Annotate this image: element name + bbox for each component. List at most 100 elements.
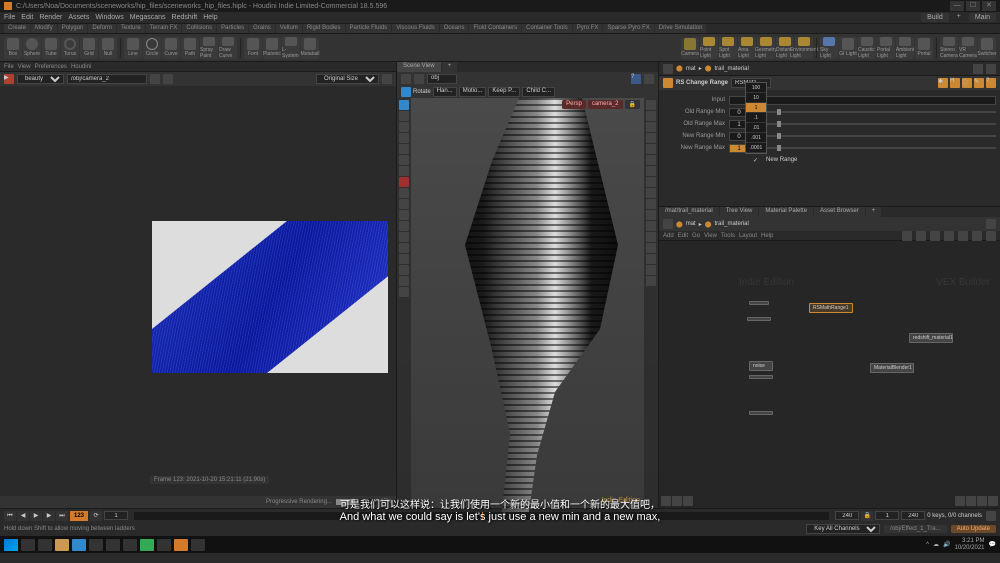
settings-icon[interactable] <box>163 74 173 84</box>
shelf-tab[interactable]: Vellum <box>276 24 302 33</box>
zoom-icon[interactable] <box>382 74 392 84</box>
normals-icon[interactable] <box>646 221 656 231</box>
edge-icon[interactable] <box>72 539 86 551</box>
multi-snap-icon[interactable] <box>399 254 409 264</box>
profile-icon[interactable] <box>646 243 656 253</box>
pane-controls-icon[interactable] <box>986 64 996 74</box>
key-channels-select[interactable]: Key All Channels <box>806 524 880 534</box>
inspect-tool-icon[interactable] <box>399 166 409 176</box>
network-node[interactable] <box>749 411 773 415</box>
rv-menu-houdini[interactable]: Houdini <box>71 64 91 70</box>
menu-edit[interactable]: Edit <box>21 14 33 21</box>
menu-file[interactable]: File <box>4 14 15 21</box>
network-node[interactable]: MaterialBlender1 <box>870 363 914 373</box>
viewer-pass-select[interactable]: beauty <box>17 74 64 84</box>
shelf-pointlight-icon[interactable]: Point Light <box>700 37 718 59</box>
shelf-tab[interactable]: Create <box>4 24 30 33</box>
shelf-tab[interactable]: Deform <box>88 24 116 33</box>
prev-frame-button[interactable]: ◀ <box>17 511 29 521</box>
clock-date[interactable]: 10/20/2021 <box>954 545 984 552</box>
bg-icon[interactable] <box>646 254 656 264</box>
shelf-tab[interactable]: Polygon <box>58 24 88 33</box>
shelf-tab[interactable]: Pyro FX <box>573 24 603 33</box>
play-button[interactable]: ▶ <box>30 511 42 521</box>
net-tool-icon[interactable] <box>958 231 968 241</box>
shelf-stereocam-icon[interactable]: Stereo Camera <box>940 37 958 59</box>
chrome-icon[interactable] <box>89 539 103 551</box>
shelf-vrcam-icon[interactable]: VR Camera <box>959 37 977 59</box>
render-button[interactable]: ▶ <box>4 74 14 84</box>
shade-icon[interactable] <box>646 144 656 154</box>
task-view-icon[interactable] <box>38 539 52 551</box>
shelf-path-icon[interactable]: Path <box>181 37 199 59</box>
start-button[interactable] <box>4 539 18 551</box>
app-icon[interactable] <box>157 539 171 551</box>
app-icon[interactable] <box>140 539 154 551</box>
shelf-line-icon[interactable]: Line <box>124 37 142 59</box>
shelf-ambientlight-icon[interactable]: Ambient Light <box>896 37 914 59</box>
camera-path-input[interactable] <box>67 74 147 84</box>
net-menu-view[interactable]: View <box>704 233 717 239</box>
menu-assets[interactable]: Assets <box>68 14 89 21</box>
rv-menu-view[interactable]: View <box>18 64 31 70</box>
app-icon[interactable] <box>191 539 205 551</box>
net-box-icon[interactable] <box>683 496 693 506</box>
maximize-button[interactable]: ☐ <box>966 1 980 11</box>
auto-update-pill[interactable]: Auto Update <box>951 525 996 533</box>
net-menu-add[interactable]: Add <box>663 233 674 239</box>
shelf-switcher-icon[interactable]: Switcher <box>978 37 996 59</box>
hq-light-icon[interactable] <box>646 166 656 176</box>
cplane-icon[interactable] <box>399 265 409 275</box>
explorer-icon[interactable] <box>55 539 69 551</box>
net-palette-icon[interactable] <box>966 496 976 506</box>
shelf-spotlight-icon[interactable]: Spot Light <box>719 37 737 59</box>
shelf-tab[interactable]: Terrain FX <box>146 24 182 33</box>
menu-help[interactable]: Help <box>203 14 217 21</box>
pane-max-icon[interactable] <box>644 74 654 84</box>
snap-tool-icon[interactable] <box>399 210 409 220</box>
network-node[interactable] <box>749 301 769 305</box>
render-region-icon[interactable] <box>399 177 409 187</box>
param-slider[interactable] <box>753 147 996 149</box>
net-menu-edit[interactable]: Edit <box>678 233 688 239</box>
back-icon[interactable] <box>401 74 411 84</box>
shelf-portallight-icon[interactable]: Portal Light <box>877 37 895 59</box>
shelf-spray-icon[interactable]: Spray Paint <box>200 37 218 59</box>
shelf-lsystem-icon[interactable]: L-System <box>282 37 300 59</box>
shelf-geolight-icon[interactable]: Geometry Light <box>757 37 775 59</box>
lasso-tool-icon[interactable] <box>399 188 409 198</box>
primnum-icon[interactable] <box>646 232 656 242</box>
keyframe-icon[interactable] <box>986 511 996 521</box>
network-node[interactable] <box>747 317 771 321</box>
menu-windows[interactable]: Windows <box>95 14 123 21</box>
net-tool-icon[interactable] <box>944 231 954 241</box>
handle-tool-icon[interactable] <box>399 111 409 121</box>
shelf-drawcurve-icon[interactable]: Draw Curve <box>219 37 237 59</box>
shelf-camera-icon[interactable]: Camera <box>681 37 699 59</box>
shelf-envlight-icon[interactable]: Environment Light <box>795 37 813 59</box>
net-shape-icon[interactable] <box>977 496 987 506</box>
shelf-metaball-icon[interactable]: Metaball <box>301 37 319 59</box>
net-tool-icon[interactable] <box>930 231 940 241</box>
shelf-tab[interactable]: Texture <box>117 24 145 33</box>
shelf-font-icon[interactable]: Font <box>244 37 262 59</box>
select-tool-icon[interactable] <box>399 100 409 110</box>
net-tab[interactable]: Tree View <box>720 207 759 217</box>
clamp-label[interactable]: New Range <box>766 157 797 163</box>
net-tool-icon[interactable] <box>986 231 996 241</box>
fwd-icon[interactable] <box>414 74 424 84</box>
net-tab[interactable]: /mat/trail_material <box>659 207 719 217</box>
breadcrumb-mat[interactable]: mat <box>686 66 696 72</box>
breadcrumb-mat2[interactable]: trail_material <box>714 66 748 72</box>
render-viewport[interactable]: Frame 123: 2021-10-20 15:21:11 (21.90s) <box>0 86 396 486</box>
prim-snap-icon[interactable] <box>399 243 409 253</box>
network-node[interactable]: RSMathRange1 <box>809 303 853 313</box>
ptnum-icon[interactable] <box>646 210 656 220</box>
mat-icon[interactable] <box>646 188 656 198</box>
back-icon[interactable] <box>663 64 673 74</box>
net-sticky-icon[interactable] <box>672 496 682 506</box>
menu-render[interactable]: Render <box>39 14 62 21</box>
menu-megascans[interactable]: Megascans <box>130 14 166 21</box>
network-node[interactable] <box>749 375 773 379</box>
help-icon[interactable]: ? <box>631 74 641 84</box>
